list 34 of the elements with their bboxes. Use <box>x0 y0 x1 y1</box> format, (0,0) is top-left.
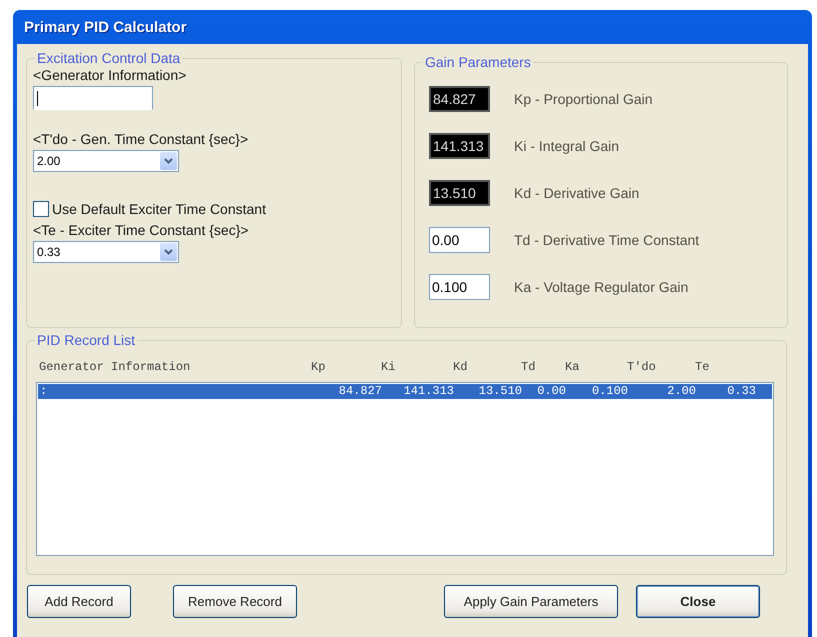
parameter-label: Ka - Voltage Regulator Gain <box>514 278 688 294</box>
action-button[interactable]: Remove Record <box>173 585 297 618</box>
dropdown[interactable]: 2.00 <box>33 150 179 172</box>
action-button[interactable]: Apply Gain Parameters <box>444 585 618 618</box>
column-header: Ki <box>381 360 396 376</box>
column-header: Generator Information <box>39 360 192 376</box>
value-readout: 13.510 <box>429 180 490 206</box>
column-header: Td <box>521 360 536 376</box>
list-row[interactable]: : 84.827 141.313 13.510 0.00 0.100 2.00 0.33 <box>38 384 772 399</box>
checkbox-label: Use Default Exciter Time Constant <box>52 201 266 217</box>
column-header: T'do <box>627 360 657 376</box>
parameter-label: Ki - Integral Gain <box>514 138 620 154</box>
value-readout: 141.313 <box>429 132 490 158</box>
value-readout: 84.827 <box>429 86 490 112</box>
field-label: <T'do - Gen. Time Constant {sec}> <box>33 131 250 147</box>
input-field[interactable]: 0.100 <box>429 274 490 300</box>
close-button[interactable]: Close <box>636 585 760 618</box>
column-header: Kp <box>311 360 326 376</box>
chevron-down-icon <box>160 243 177 261</box>
parameter-label: Kp - Proportional Gain <box>514 90 653 106</box>
chevron-down-icon <box>160 152 177 170</box>
parameter-label: Td - Derivative Time Constant <box>514 232 700 248</box>
field-label: <Generator Information> <box>33 67 188 83</box>
input-field[interactable] <box>33 86 153 110</box>
column-header: Te <box>695 360 710 376</box>
column-header: Ka <box>565 360 580 376</box>
parameter-label: Kd - Derivative Gain <box>514 184 640 200</box>
input-field[interactable]: 0.00 <box>429 226 490 252</box>
dropdown[interactable]: 0.33 <box>33 241 179 263</box>
checkbox[interactable] <box>33 201 49 217</box>
column-header: Kd <box>453 360 468 376</box>
action-button[interactable]: Add Record <box>27 585 131 618</box>
window-title: Primary PID Calculator <box>23 18 188 38</box>
field-label: <Te - Exciter Time Constant {sec}> <box>33 222 250 238</box>
